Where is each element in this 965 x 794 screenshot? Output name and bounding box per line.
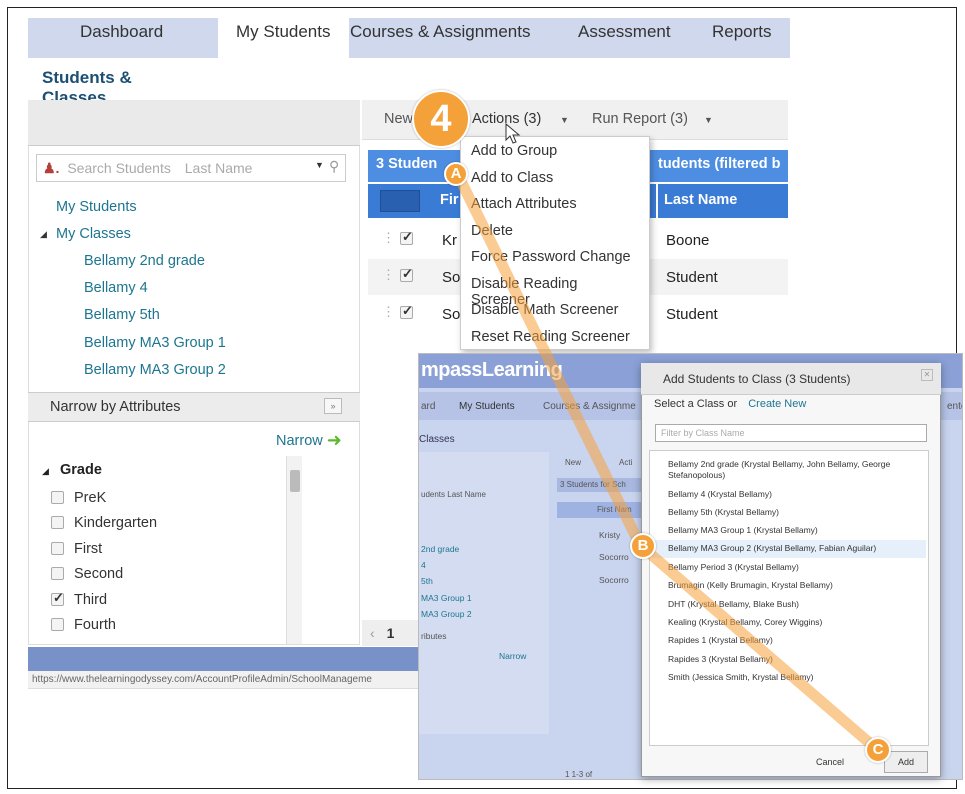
callout-b-badge: B xyxy=(630,533,656,559)
callout-a-badge: A xyxy=(444,162,468,186)
callout-c-badge: C xyxy=(865,737,891,763)
callout-path xyxy=(452,169,886,758)
mouse-cursor-icon xyxy=(505,123,521,144)
step-number-badge: 4 xyxy=(412,90,470,148)
